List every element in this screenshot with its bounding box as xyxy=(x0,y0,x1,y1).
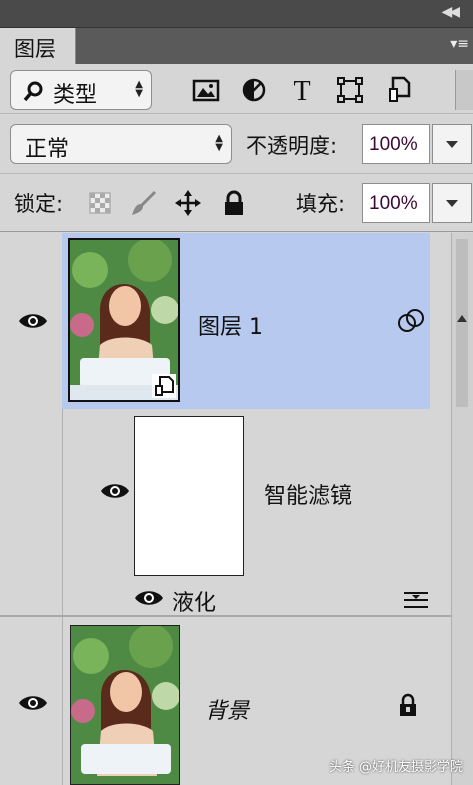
filter-options-icon[interactable] xyxy=(402,589,430,609)
type-filter-icon[interactable]: T xyxy=(286,74,318,106)
image-filter-icon[interactable] xyxy=(190,74,222,106)
filter-row: 类型 ▲ ▼ T xyxy=(0,64,473,114)
watermark: 头条 @好机友摄影学院 xyxy=(328,760,463,775)
filter-kind-select[interactable]: 类型 ▲ ▼ xyxy=(10,70,152,110)
blend-row: 正常 ▲ ▼ 不透明度: 100% xyxy=(0,114,473,174)
layer-thumbnail[interactable] xyxy=(68,238,180,402)
fill-label: 填充: xyxy=(296,192,346,216)
lock-icon[interactable] xyxy=(220,189,248,217)
eye-icon[interactable] xyxy=(18,693,48,713)
eye-icon[interactable] xyxy=(134,588,164,608)
eye-icon[interactable] xyxy=(18,311,48,331)
blend-mode-label: 正常 xyxy=(25,137,70,162)
layers-scrollbar[interactable] xyxy=(451,233,473,785)
lock-pixels-icon[interactable] xyxy=(86,189,114,217)
svg-text:T: T xyxy=(293,76,310,106)
smart-object-filter-icon[interactable] xyxy=(384,74,416,106)
opacity-dropdown-button[interactable] xyxy=(432,124,472,164)
panel-title-bar: ◀◀ xyxy=(0,0,473,28)
opacity-value: 100% xyxy=(369,134,418,155)
adjustment-filter-icon[interactable] xyxy=(238,74,270,106)
lock-icon xyxy=(400,693,416,716)
opacity-label: 不透明度: xyxy=(246,134,338,158)
filter-name[interactable]: 液化 xyxy=(172,585,216,617)
brush-icon[interactable] xyxy=(130,189,158,217)
lock-row: 锁定: 填充: 100% xyxy=(0,174,473,232)
chevron-updown-icon: ▲ ▼ xyxy=(215,133,223,153)
link-circles-icon[interactable] xyxy=(396,308,426,334)
tab-layers[interactable]: 图层 xyxy=(0,28,76,64)
chevron-down-icon xyxy=(446,141,458,148)
smart-filter-mask-thumbnail[interactable] xyxy=(134,416,244,576)
layer-name[interactable]: 背景 xyxy=(205,693,249,725)
fill-dropdown-button[interactable] xyxy=(432,183,472,223)
shape-filter-icon[interactable] xyxy=(334,74,366,106)
eye-icon[interactable] xyxy=(100,481,130,501)
fill-field[interactable]: 100% xyxy=(362,183,430,223)
chevron-down-icon xyxy=(446,200,458,207)
layers-list: 图层 1 智能滤镜 液化 背景 xyxy=(0,233,473,785)
collapse-icon[interactable]: ◀◀ xyxy=(441,4,459,20)
move-icon[interactable] xyxy=(174,189,202,217)
panel-menu-icon[interactable]: ▾≡ xyxy=(450,36,469,52)
panel-tab-bar: 图层 ▾≡ xyxy=(0,28,473,64)
scroll-up-icon[interactable] xyxy=(457,315,467,322)
lock-label: 锁定: xyxy=(14,192,64,216)
smart-object-badge-icon xyxy=(152,374,176,398)
chevron-updown-icon: ▲ ▼ xyxy=(135,79,143,99)
layer-divider xyxy=(0,615,455,617)
fill-value: 100% xyxy=(369,193,418,214)
scrollbar-thumb[interactable] xyxy=(456,239,468,407)
smart-filters-label[interactable]: 智能滤镜 xyxy=(264,478,352,510)
tab-layers-label: 图层 xyxy=(14,37,56,61)
portrait-photo-thumbnail xyxy=(71,626,179,784)
filter-kind-label: 类型 xyxy=(53,83,98,108)
search-icon xyxy=(23,81,43,102)
blend-mode-select[interactable]: 正常 ▲ ▼ xyxy=(10,124,232,164)
opacity-field[interactable]: 100% xyxy=(362,124,430,164)
filter-toggle[interactable] xyxy=(455,70,473,110)
layer-name[interactable]: 图层 1 xyxy=(198,309,263,341)
background-thumbnail[interactable] xyxy=(70,625,180,785)
